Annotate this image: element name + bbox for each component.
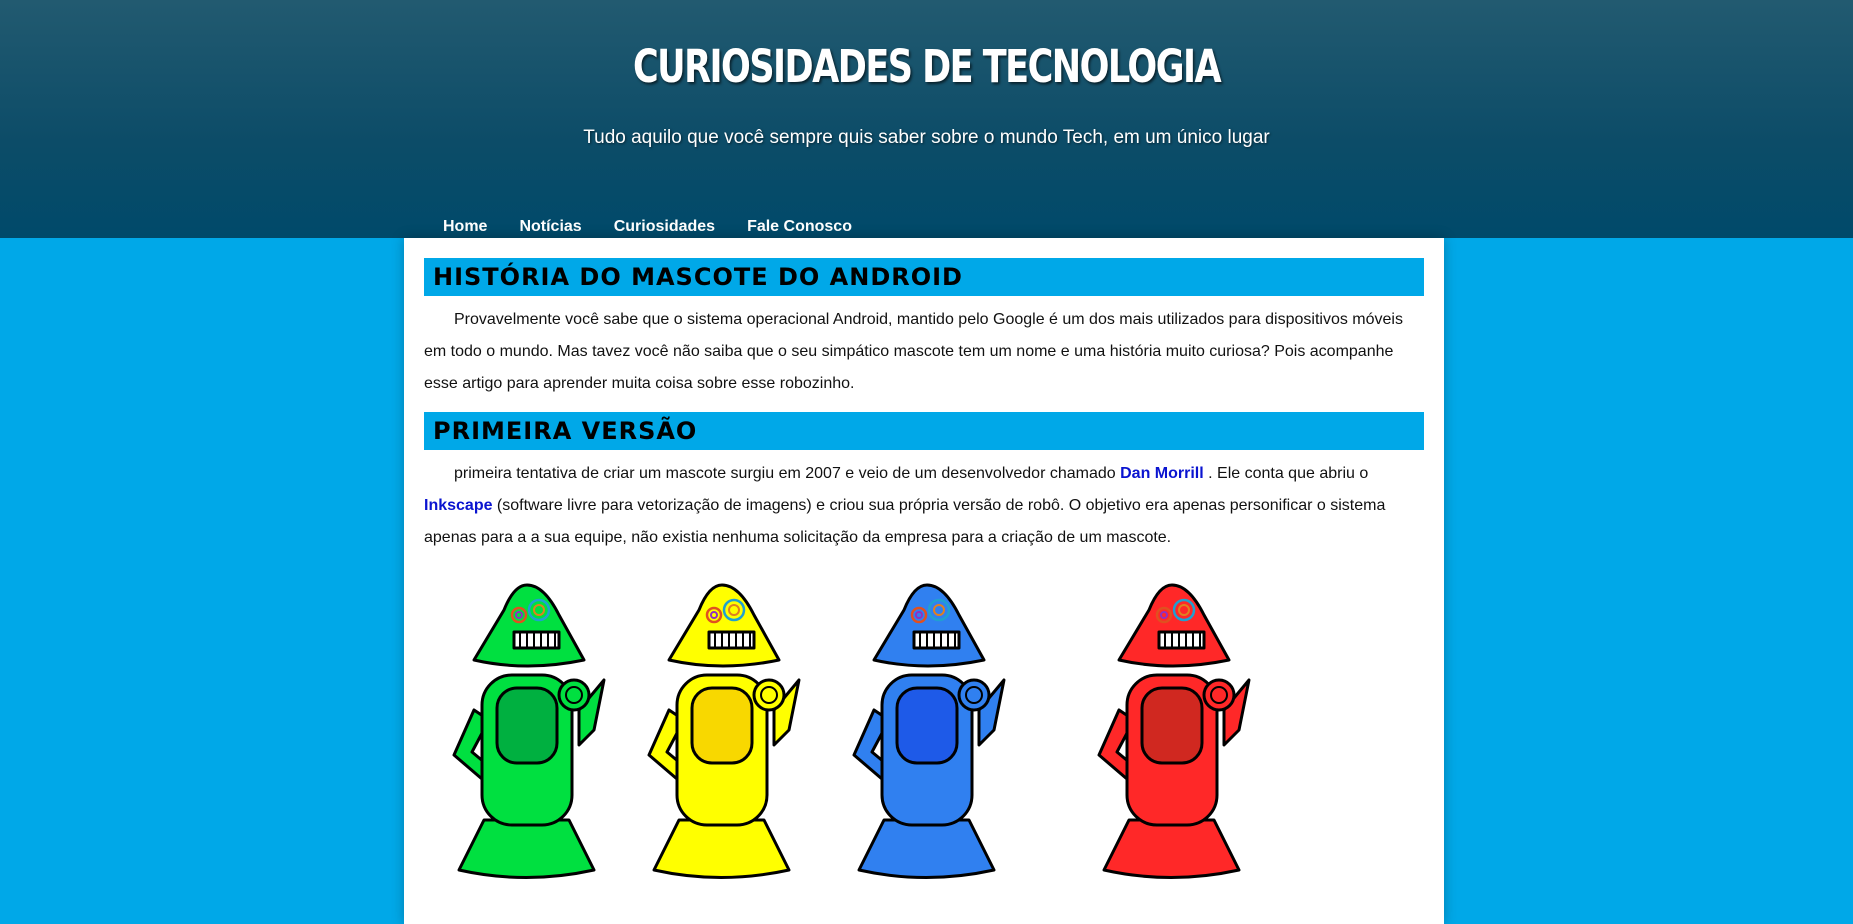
dan-morrill-link[interactable]: Dan Morrill (1120, 465, 1204, 482)
robot-figure (852, 583, 1006, 879)
nav-curiosidades[interactable]: Curiosidades (614, 218, 715, 238)
text-part: . Ele conta que abriu o (1203, 465, 1369, 482)
section-heading-first-version: Primeira Versão (424, 412, 1424, 450)
robot-figure (452, 583, 606, 879)
site-header: CURIOSIDADES DE TECNOLOGIA Tudo aquilo q… (0, 0, 1853, 238)
main-nav: Home Notícias Curiosidades Fale Conosco (443, 218, 852, 238)
robot-figure (1097, 583, 1251, 879)
first-version-paragraph: primeira tentativa de criar um mascote s… (424, 458, 1424, 554)
robots-illustration (452, 583, 1251, 879)
nav-noticias[interactable]: Notícias (519, 218, 581, 238)
article-content: História do mascote do Android Provavelm… (404, 238, 1444, 924)
robot-figure (647, 583, 801, 879)
site-subtitle: Tudo aquilo que você sempre quis saber s… (583, 127, 1270, 148)
history-paragraph: Provavelmente você sabe que o sistema op… (424, 311, 1403, 392)
nav-fale-conosco[interactable]: Fale Conosco (747, 218, 852, 238)
text-part: (software livre para vetorização de imag… (424, 497, 1386, 546)
section-heading-history: História do mascote do Android (424, 258, 1424, 296)
site-title: CURIOSIDADES DE TECNOLOGIA (632, 40, 1222, 93)
robots-image (424, 580, 1424, 880)
text-part: primeira tentativa de criar um mascote s… (454, 465, 1121, 482)
inkscape-link[interactable]: Inkscape (424, 497, 492, 514)
nav-home[interactable]: Home (443, 218, 487, 238)
